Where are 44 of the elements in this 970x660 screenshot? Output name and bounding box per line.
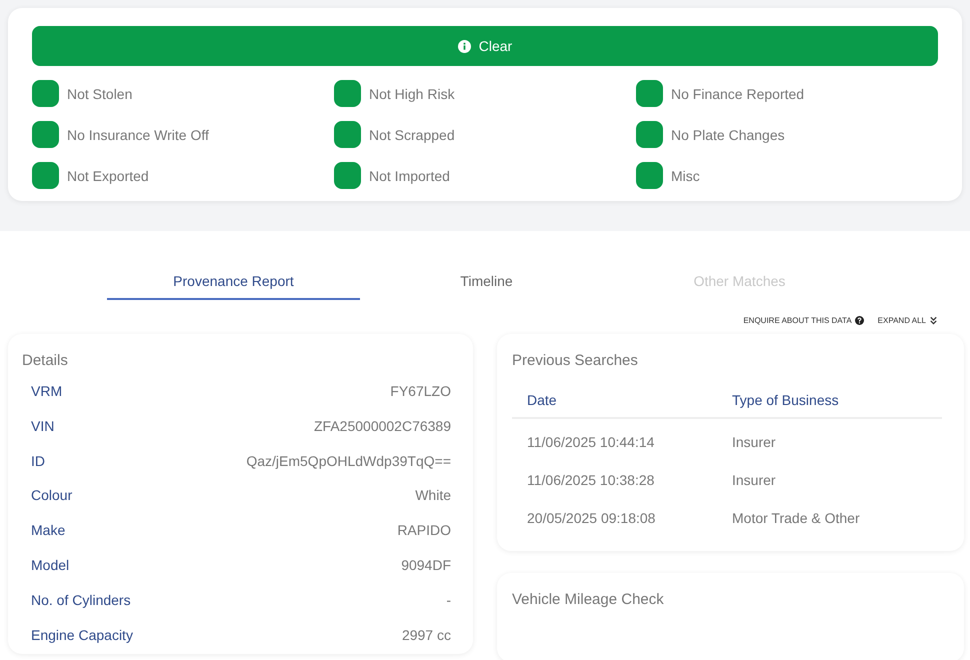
field-label: Engine Capacity [31, 626, 133, 645]
table-cell-text: 11/06/2025 10:44:14 [527, 434, 656, 450]
help-icon [854, 316, 864, 325]
field-label: VIN [31, 418, 54, 436]
check-label: No Finance Reported [671, 86, 804, 102]
check-label: No Insurance Write Off [67, 126, 209, 142]
field-value: 2997 cc [402, 626, 451, 645]
field-label: Make [31, 522, 66, 540]
expand-all-link[interactable]: EXPAND ALL [878, 316, 938, 325]
field-value: 9094DF [401, 556, 451, 575]
check-label: No Plate Changes [671, 126, 785, 142]
double-chevron-icon [929, 316, 938, 325]
field-value: ZFA25000002C76389 [314, 418, 451, 436]
check-label: Not High Risk [369, 86, 455, 102]
column-header: Type of Business [732, 392, 840, 408]
card-title: Details [22, 352, 69, 369]
table-cell-text: Insurer [732, 472, 777, 488]
check-label: Not Scrapped [369, 126, 455, 142]
field-value: FY67LZO [390, 383, 451, 401]
field-label: Model [31, 556, 70, 575]
field-value: Qaz/jEm5QpOHLdWdp39TqQ== [246, 452, 451, 471]
table-cell-text: 20/05/2025 09:18:08 [527, 510, 656, 526]
check-label: Misc [671, 168, 700, 184]
check-label: Not Exported [67, 168, 149, 184]
column-header: Date [527, 392, 558, 408]
card-title: Previous Searches [512, 352, 639, 369]
field-value: RAPIDO [397, 522, 451, 540]
field-label: No. of Cylinders [31, 592, 131, 610]
tab[interactable]: Timeline [360, 267, 613, 300]
field-label: VRM [31, 383, 62, 401]
field-value: White [415, 487, 451, 506]
check-label: Not Stolen [67, 86, 132, 102]
table-cell-text: 11/06/2025 10:38:28 [527, 472, 656, 488]
card-title: Vehicle Mileage Check [512, 591, 665, 608]
info-icon [458, 40, 471, 52]
enquire-link[interactable]: ENQUIRE ABOUT THIS DATA [743, 316, 864, 325]
field-label: Colour [31, 487, 72, 506]
status-text: Clear [478, 38, 512, 54]
table-cell-text: Insurer [732, 434, 777, 450]
field-label: ID [31, 452, 45, 471]
check-label: Not Imported [369, 168, 450, 184]
field-value: - [446, 592, 451, 610]
tab[interactable]: Provenance Report [107, 267, 360, 300]
table-cell-text: Motor Trade & Other [732, 510, 861, 526]
